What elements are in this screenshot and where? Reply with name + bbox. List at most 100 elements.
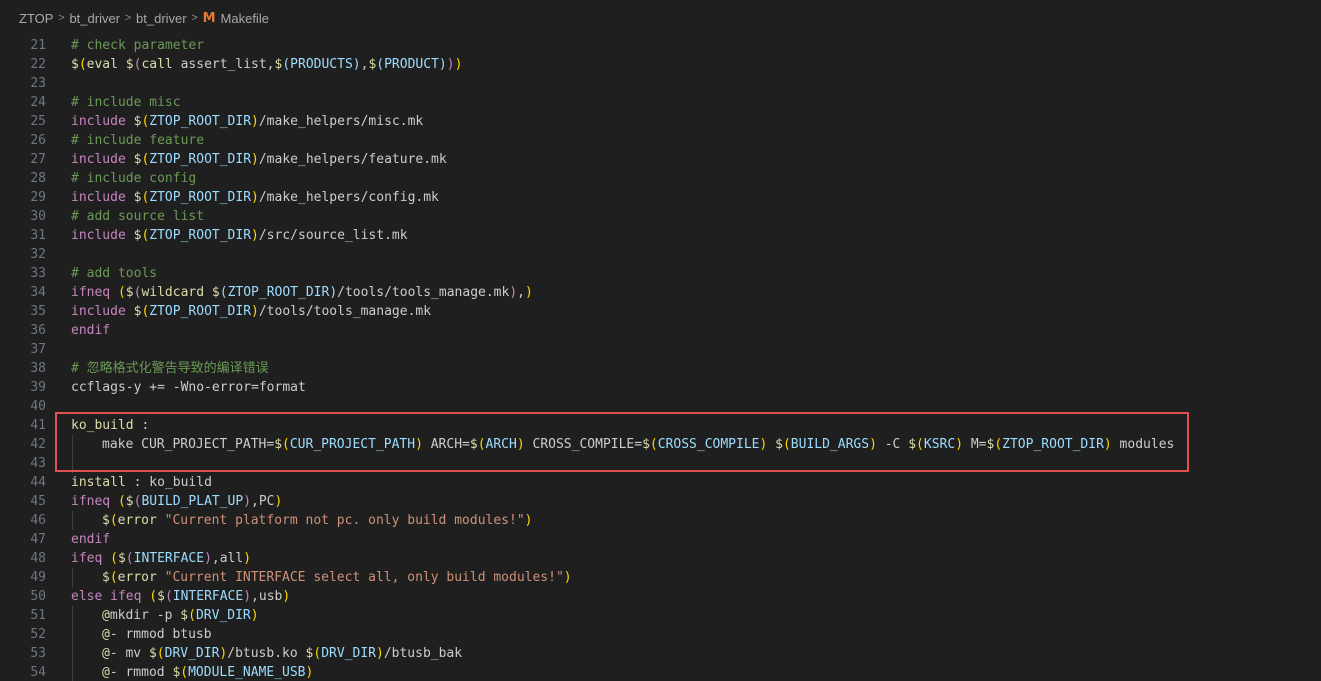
code-line[interactable]: 40 [0, 397, 1321, 416]
line-number: 22 [30, 57, 46, 72]
code-line[interactable]: 48 ifeq ($(INTERFACE),all) [0, 549, 1321, 568]
code-token: ( [78, 57, 87, 72]
code-line[interactable]: 47 endif [0, 530, 1321, 549]
line-number: 31 [30, 228, 46, 243]
code-token: CUR_PROJECT_PATH [289, 437, 416, 452]
code-token: mkdir -p [109, 608, 181, 623]
code-text: # include config [71, 169, 196, 188]
code-token: ) [329, 285, 338, 300]
code-line[interactable]: 42 make CUR_PROJECT_PATH=$(CUR_PROJECT_PA… [0, 435, 1321, 454]
code-line[interactable]: 21 # check parameter [0, 36, 1321, 55]
code-line[interactable]: 44 install : ko_build [0, 473, 1321, 492]
code-token: ( [180, 665, 189, 680]
code-text: @- mv $(DRV_DIR)/btusb.ko $(DRV_DIR)/btu… [102, 644, 462, 663]
code-token: KSRC [923, 437, 956, 452]
code-line[interactable]: 35 include $(ZTOP_ROOT_DIR)/tools/tools_m… [0, 302, 1321, 321]
code-line[interactable]: 52 @- rmmod btusb [0, 625, 1321, 644]
code-line[interactable]: 45 ifneq ($(BUILD_PLAT_UP),PC) [0, 492, 1321, 511]
code-token: INTERFACE [172, 589, 244, 604]
code-token: ifneq [71, 494, 111, 509]
code-line[interactable]: 26 # include feature [0, 131, 1321, 150]
code-text: # add source list [71, 207, 204, 226]
code-token: ifeq [71, 551, 103, 566]
code-token: else ifeq [71, 589, 142, 604]
code-token: ) [251, 114, 259, 129]
breadcrumb-item-bt-driver[interactable]: bt_driver [69, 11, 120, 26]
code-token: ) [251, 152, 259, 167]
code-token: $ [180, 608, 189, 623]
code-line[interactable]: 46 $(error "Current platform not pc. only… [0, 511, 1321, 530]
code-token: ) [563, 570, 572, 585]
code-line[interactable]: 23 [0, 74, 1321, 93]
code-token: ( [477, 437, 486, 452]
code-token: - rmmod btusb [109, 627, 212, 642]
code-line[interactable]: 53 @- mv $(DRV_DIR)/btusb.ko $(DRV_DIR)/b… [0, 644, 1321, 663]
code-line[interactable]: 24 # include misc [0, 93, 1321, 112]
code-text: @- rmmod btusb [102, 625, 212, 644]
code-line[interactable]: 28 # include config [0, 169, 1321, 188]
code-line[interactable]: 31 include $(ZTOP_ROOT_DIR)/src/source_li… [0, 226, 1321, 245]
line-number: 30 [30, 209, 46, 224]
code-line[interactable]: 34 ifneq ($(wildcard $(ZTOP_ROOT_DIR)/too… [0, 283, 1321, 302]
code-token: # include misc [71, 95, 181, 110]
code-token: include [71, 228, 126, 243]
code-token: ZTOP_ROOT_DIR [149, 228, 252, 243]
line-number: 50 [30, 589, 46, 604]
code-token: # include config [71, 171, 197, 186]
code-text: include $(ZTOP_ROOT_DIR)/tools/tools_man… [71, 302, 431, 321]
code-token: "Current INTERFACE select all, only buil… [164, 570, 564, 585]
code-token: call [141, 57, 173, 72]
code-line[interactable]: 39 ccflags-y += -Wno-error=format [0, 378, 1321, 397]
code-text: # check parameter [71, 36, 204, 55]
breadcrumb-item-bt-driver-sub[interactable]: bt_driver [136, 11, 187, 26]
code-line[interactable]: 25 include $(ZTOP_ROOT_DIR)/make_helpers/… [0, 112, 1321, 131]
code-token: /make_helpers/feature.mk [258, 152, 447, 167]
code-text: # add tools [71, 264, 157, 283]
code-token: ) [415, 437, 423, 452]
code-token: include [71, 304, 126, 319]
code-token: assert_list, [172, 57, 275, 72]
code-line[interactable]: 38 # 忽略格式化警告导致的编译错误 [0, 359, 1321, 378]
breadcrumb-item-file[interactable]: Makefile [221, 11, 269, 26]
code-line[interactable]: 22 $(eval $(call assert_list,$(PRODUCTS),… [0, 55, 1321, 74]
code-token: make CUR_PROJECT_PATH= [102, 437, 275, 452]
code-token: eval [86, 57, 118, 72]
code-line[interactable]: 32 [0, 245, 1321, 264]
line-number: 26 [30, 133, 46, 148]
code-line[interactable]: 36 endif [0, 321, 1321, 340]
code-line[interactable]: 51 @mkdir -p $(DRV_DIR) [0, 606, 1321, 625]
chevron-right-icon: > [124, 12, 132, 24]
code-text: @mkdir -p $(DRV_DIR) [102, 606, 259, 625]
indent-guide [72, 435, 73, 454]
code-line[interactable]: 50 else ifeq ($(INTERFACE),usb) [0, 587, 1321, 606]
code-text: $(error "Current platform not pc. only b… [102, 511, 532, 530]
code-text: else ifeq ($(INTERFACE),usb) [71, 587, 290, 606]
code-text: $(eval $(call assert_list,$(PRODUCTS),$(… [71, 55, 462, 74]
breadcrumb-item-ztop[interactable]: ZTOP [19, 11, 53, 26]
indent-guide [72, 663, 73, 681]
code-line[interactable]: 29 include $(ZTOP_ROOT_DIR)/make_helpers/… [0, 188, 1321, 207]
code-token: ( [188, 608, 196, 623]
code-line[interactable]: 37 [0, 340, 1321, 359]
code-token: ko_build [71, 418, 134, 433]
code-line[interactable]: 30 # add source list [0, 207, 1321, 226]
line-number: 48 [30, 551, 46, 566]
chevron-right-icon: > [58, 12, 65, 24]
code-editor[interactable]: 20ifneq ($(PRODUCT),)21# check parameter… [0, 0, 1321, 681]
code-line[interactable]: 27 include $(ZTOP_ROOT_DIR)/make_helpers/… [0, 150, 1321, 169]
code-line[interactable]: 43 [0, 454, 1321, 473]
code-line[interactable]: 49 $(error "Current INTERFACE select all,… [0, 568, 1321, 587]
code-token: install [71, 475, 126, 490]
code-line[interactable]: 54 @- rmmod $(MODULE_NAME_USB) [0, 663, 1321, 681]
code-token: ZTOP_ROOT_DIR [149, 114, 252, 129]
line-number: 24 [30, 95, 46, 110]
code-token: endif [71, 323, 111, 338]
code-token: wildcard [141, 285, 205, 300]
code-lines[interactable]: 20ifneq ($(PRODUCT),)21# check parameter… [0, 17, 1321, 681]
code-line[interactable]: 33 # add tools [0, 264, 1321, 283]
code-line[interactable]: 41 ko_build : [0, 416, 1321, 435]
line-number: 34 [30, 285, 46, 300]
indent-guide [72, 568, 73, 587]
code-token: ) [251, 190, 259, 205]
